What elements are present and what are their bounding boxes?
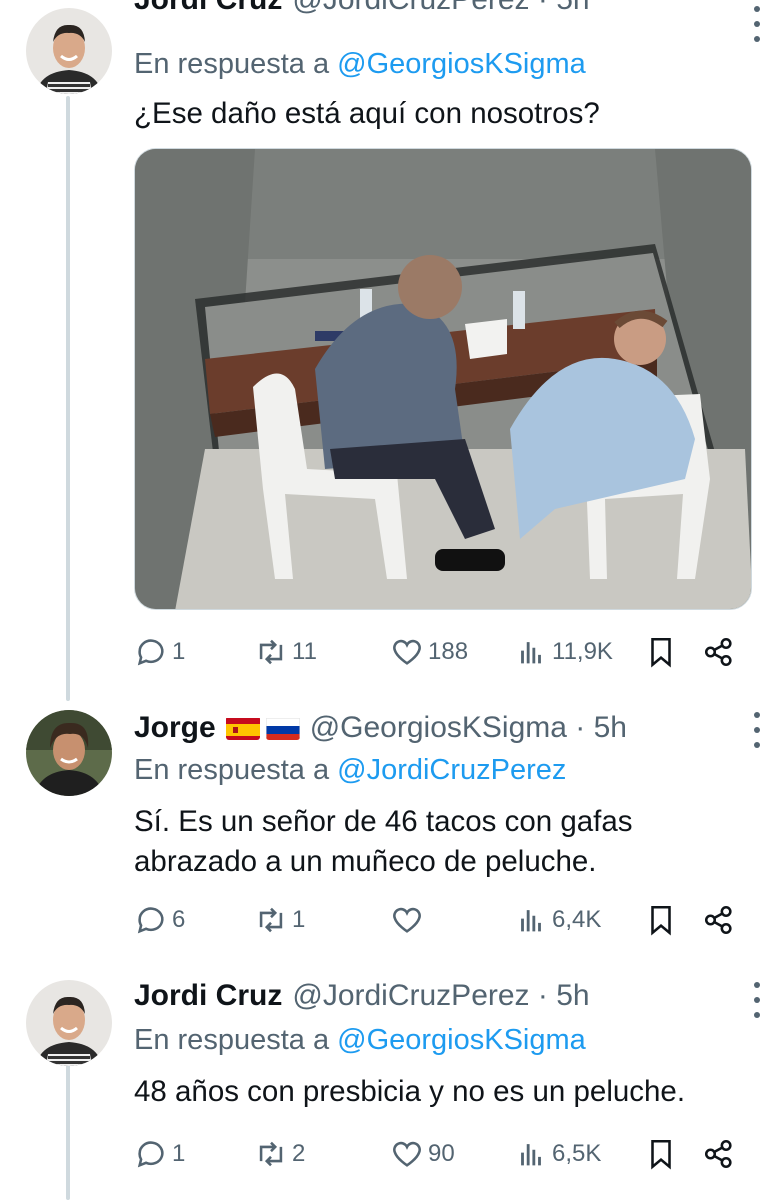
- share-icon: [704, 905, 732, 935]
- reply-prefix: En respuesta a: [134, 754, 330, 786]
- tweet-header: Jordi Cruz @JordiCruzPerez · 5h: [134, 0, 753, 20]
- retweet-button[interactable]: 2: [254, 1134, 305, 1174]
- russia-flag-icon: [265, 716, 300, 740]
- bookmark-icon: [651, 1139, 671, 1170]
- tweet-1[interactable]: Jordi Cruz @JordiCruzPerez · 5h En respu…: [0, 0, 777, 690]
- retweet-icon: [259, 907, 283, 933]
- avatar[interactable]: [26, 8, 112, 94]
- tweet-actions: 1 11 188 11,9K: [134, 632, 744, 672]
- retweet-button[interactable]: 1: [254, 900, 305, 940]
- tweet-2[interactable]: Jorge @GeorgiosKSigma · 5h En respuesta …: [0, 700, 777, 960]
- tweet-3[interactable]: Jordi Cruz @JordiCruzPerez · 5h En respu…: [0, 968, 777, 1200]
- reply-button[interactable]: 1: [134, 1134, 185, 1174]
- like-button[interactable]: [390, 900, 428, 940]
- tweet-actions: 6 1 6,4K: [134, 900, 744, 940]
- tweet-text: 48 años con presbicia y no es un peluche…: [134, 1075, 686, 1108]
- like-icon: [393, 907, 421, 933]
- share-icon: [704, 1139, 732, 1169]
- views-button[interactable]: 6,4K: [514, 900, 601, 940]
- tweet-image[interactable]: [134, 148, 752, 610]
- tweet-text: Sí. Es un señor de 46 tacos con gafas ab…: [134, 802, 754, 882]
- retweet-button[interactable]: 11: [254, 632, 317, 672]
- bookmark-icon: [651, 637, 671, 668]
- reply-mention-link[interactable]: @GeorgiosKSigma: [337, 1024, 586, 1056]
- tweet-text: ¿Ese daño está aquí con nosotros?: [134, 97, 600, 130]
- views-button[interactable]: 6,5K: [514, 1134, 601, 1174]
- reply-mention-link[interactable]: @JordiCruzPerez: [337, 754, 566, 786]
- tweet-header: Jorge @GeorgiosKSigma · 5h: [134, 708, 753, 748]
- tweet-text-line: Sí. Es un señor de 46 tacos con gafas: [134, 805, 633, 838]
- tweet-actions: 1 2 90 6,5K: [134, 1134, 744, 1174]
- views-count: 6,4K: [552, 906, 602, 933]
- reply-context: En respuesta a @JordiCruzPerez: [134, 754, 566, 787]
- more-icon[interactable]: [747, 982, 767, 1018]
- retweet-icon: [259, 1141, 283, 1167]
- reply-count: 1: [172, 1140, 186, 1167]
- like-icon: [393, 639, 421, 665]
- views-icon: [521, 910, 541, 932]
- author-handle[interactable]: @JordiCruzPerez · 5h: [292, 0, 589, 17]
- author-name[interactable]: Jordi Cruz: [134, 979, 282, 1013]
- like-count: 90: [428, 1140, 455, 1167]
- like-button[interactable]: 188: [390, 632, 468, 672]
- bookmark-button[interactable]: [644, 900, 678, 940]
- like-icon: [393, 1141, 421, 1167]
- author-name[interactable]: Jordi Cruz: [134, 0, 282, 17]
- reply-button[interactable]: 1: [134, 632, 185, 672]
- reply-context: En respuesta a @GeorgiosKSigma: [134, 1024, 586, 1057]
- views-icon: [521, 642, 541, 664]
- retweet-icon: [259, 639, 283, 665]
- reply-count: 6: [172, 906, 186, 933]
- reply-prefix: En respuesta a: [134, 48, 330, 80]
- avatar[interactable]: [26, 980, 112, 1066]
- views-icon: [521, 1144, 541, 1166]
- reply-count: 1: [172, 638, 186, 665]
- retweet-count: 11: [292, 638, 317, 665]
- views-button[interactable]: 11,9K: [514, 632, 613, 672]
- reply-prefix: En respuesta a: [134, 1024, 330, 1056]
- bookmark-icon: [651, 905, 671, 936]
- share-button[interactable]: [702, 900, 736, 940]
- views-count: 11,9K: [552, 638, 613, 665]
- tweet-header: Jordi Cruz @JordiCruzPerez · 5h: [134, 976, 753, 1016]
- share-button[interactable]: [702, 632, 736, 672]
- tweet-text-line: abrazado a un muñeco de peluche.: [134, 845, 597, 878]
- avatar[interactable]: [26, 710, 112, 796]
- reply-context: En respuesta a @GeorgiosKSigma: [134, 48, 586, 81]
- bookmark-button[interactable]: [644, 632, 678, 672]
- share-icon: [704, 637, 732, 667]
- retweet-count: 2: [292, 1140, 306, 1167]
- author-handle[interactable]: @JordiCruzPerez · 5h: [292, 979, 589, 1013]
- more-icon[interactable]: [747, 712, 767, 748]
- share-button[interactable]: [702, 1134, 736, 1174]
- more-icon[interactable]: [747, 6, 767, 42]
- retweet-count: 1: [292, 906, 306, 933]
- reply-icon: [137, 1141, 164, 1168]
- reply-mention-link[interactable]: @GeorgiosKSigma: [337, 48, 586, 80]
- like-count: 188: [428, 638, 469, 665]
- reply-icon: [137, 639, 164, 666]
- reply-icon: [137, 907, 164, 934]
- name-flags: [225, 716, 300, 740]
- like-button[interactable]: 90: [390, 1134, 455, 1174]
- author-name[interactable]: Jorge: [134, 711, 216, 745]
- author-handle[interactable]: @GeorgiosKSigma · 5h: [310, 711, 627, 745]
- spain-flag-icon: [225, 716, 260, 740]
- bookmark-button[interactable]: [644, 1134, 678, 1174]
- reply-button[interactable]: 6: [134, 900, 185, 940]
- views-count: 6,5K: [552, 1140, 602, 1167]
